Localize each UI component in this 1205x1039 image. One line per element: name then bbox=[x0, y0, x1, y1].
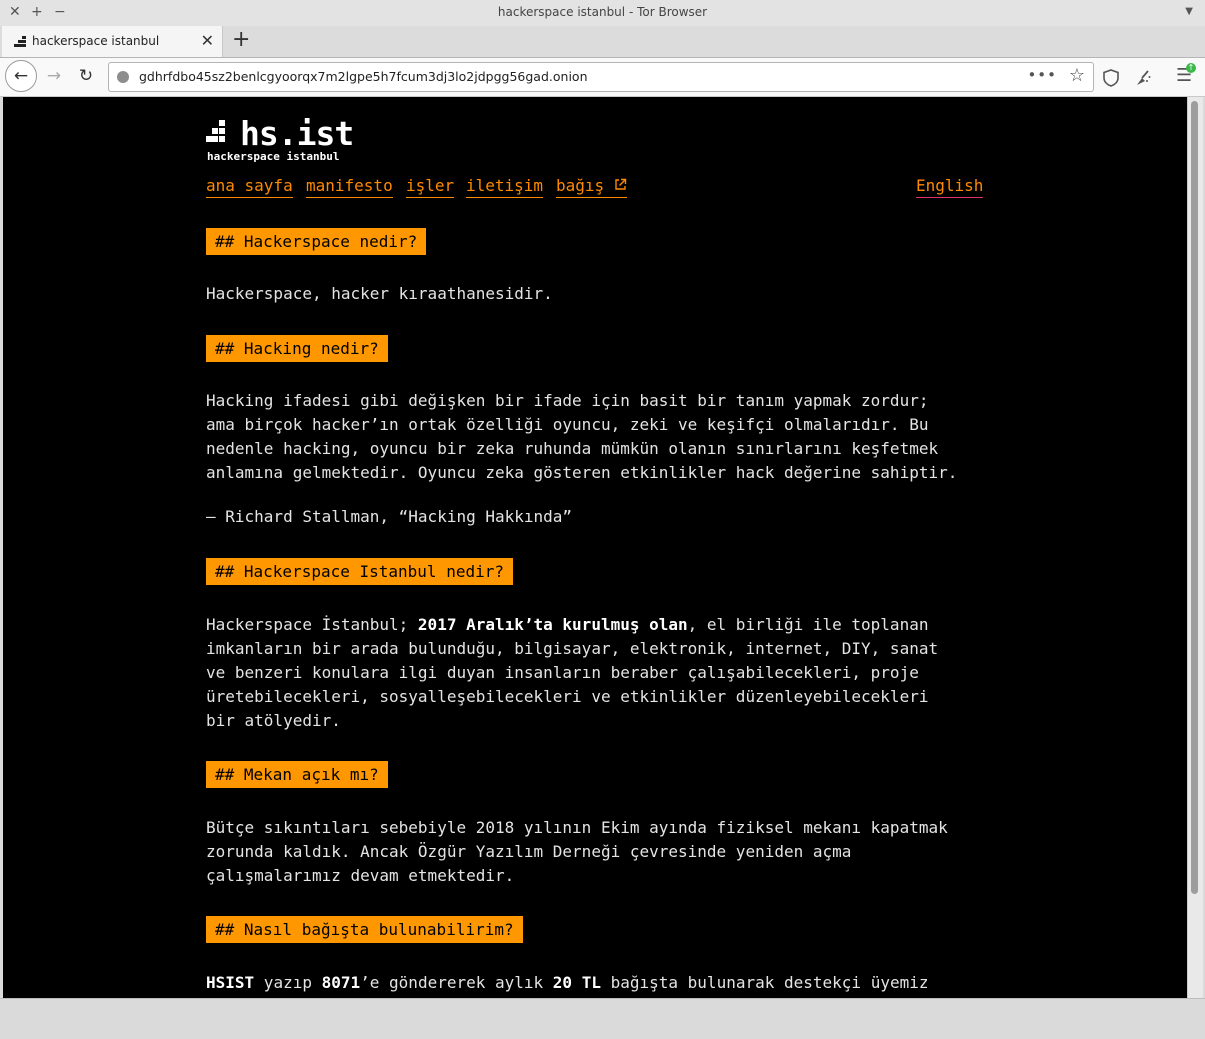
arrow-right-icon: → bbox=[46, 66, 62, 86]
founding-date-highlight: 2017 Aralık’ta kurulmuş olan bbox=[417, 615, 688, 634]
close-tab-icon[interactable]: ✕ bbox=[201, 31, 214, 50]
page-actions-menu-icon[interactable]: ••• bbox=[1027, 66, 1057, 84]
security-shield-icon[interactable] bbox=[1103, 69, 1119, 87]
navigation-toolbar: ← → ↻ gdhrfdbo45sz2benlcgyoorqx7m2lgpe5h… bbox=[0, 58, 1205, 97]
back-button[interactable]: ← bbox=[5, 60, 37, 92]
nav-link-ana-sayfa[interactable]: ana sayfa bbox=[206, 177, 293, 198]
heading-hackerspace-istanbul-nedir: ## Hackerspace Istanbul nedir? bbox=[206, 558, 513, 585]
paragraph-hacking-nedir: Hacking ifadesi gibi değişken bir ifade … bbox=[206, 391, 958, 482]
window-title: hackerspace istanbul - Tor Browser bbox=[497, 5, 708, 19]
forward-button[interactable]: → bbox=[40, 62, 68, 90]
nav-link-bagis-label: bağış bbox=[556, 176, 605, 195]
external-link-icon bbox=[615, 178, 627, 190]
paragraph-bagis: HSIST yazıp 8071’e göndererek aylık 20 T… bbox=[206, 973, 929, 992]
nav-link-iletisim[interactable]: iletişim bbox=[466, 177, 544, 198]
arrow-left-icon: ← bbox=[13, 66, 29, 86]
nav-link-bagis[interactable]: bağış bbox=[556, 177, 627, 198]
nav-link-isler[interactable]: işler bbox=[406, 177, 455, 198]
reload-icon: ↻ bbox=[78, 66, 94, 86]
paragraph-hackerspace-istanbul-nedir: Hackerspace İstanbul; 2017 Aralık’ta kur… bbox=[206, 615, 939, 730]
logo-subtitle: hackerspace istanbul bbox=[207, 150, 340, 163]
new-identity-broom-icon[interactable] bbox=[1134, 69, 1152, 87]
language-switch-english[interactable]: English bbox=[916, 177, 984, 198]
scrollbar-thumb[interactable] bbox=[1191, 101, 1198, 894]
web-content: hs.ist hackerspace istanbul ana sayfa ma… bbox=[3, 97, 1187, 998]
paragraph-hackerspace-nedir: Hackerspace, hacker kıraathanesidir. bbox=[206, 284, 553, 303]
onion-site-icon[interactable] bbox=[117, 71, 129, 83]
nav-link-manifesto[interactable]: manifesto bbox=[306, 177, 393, 198]
tab-title: hackerspace istanbul bbox=[32, 34, 160, 48]
window-titlebar: ✕ + − hackerspace istanbul - Tor Browser… bbox=[0, 0, 1205, 26]
heading-hackerspace-nedir: ## Hackerspace nedir? bbox=[206, 228, 427, 255]
url-text[interactable]: gdhrfdbo45sz2benlcgyoorqx7m2lgpe5h7fcum3… bbox=[139, 69, 588, 84]
window-menu-chevron-icon[interactable]: ▼ bbox=[1185, 6, 1193, 17]
tab-hackerspace-istanbul[interactable]: hackerspace istanbul ✕ bbox=[2, 26, 223, 57]
logo-mark-icon bbox=[206, 120, 232, 142]
page-scrollbar[interactable] bbox=[1187, 97, 1203, 998]
bookmark-star-icon[interactable]: ☆ bbox=[1069, 65, 1085, 86]
status-bar bbox=[0, 998, 1205, 1039]
quote-attribution: – Richard Stallman, “Hacking Hakkında” bbox=[206, 507, 573, 526]
update-available-icon[interactable]: ↑ bbox=[1186, 63, 1196, 73]
logo-text: hs.ist bbox=[240, 114, 354, 153]
new-tab-icon[interactable]: + bbox=[232, 28, 250, 52]
heading-mekan-acik-mi: ## Mekan açık mı? bbox=[206, 761, 388, 788]
address-bar[interactable]: gdhrfdbo45sz2benlcgyoorqx7m2lgpe5h7fcum3… bbox=[108, 62, 1094, 92]
reload-button[interactable]: ↻ bbox=[72, 62, 100, 90]
site-favicon-icon bbox=[14, 36, 26, 47]
tab-strip: hackerspace istanbul ✕ + bbox=[0, 26, 1205, 58]
paragraph-mekan-acik-mi: Bütçe sıkıntıları sebebiyle 2018 yılının… bbox=[206, 818, 948, 885]
heading-hacking-nedir: ## Hacking nedir? bbox=[206, 335, 388, 362]
heading-nasil-bagista-bulunabilirim: ## Nasıl bağışta bulunabilirim? bbox=[206, 916, 523, 943]
